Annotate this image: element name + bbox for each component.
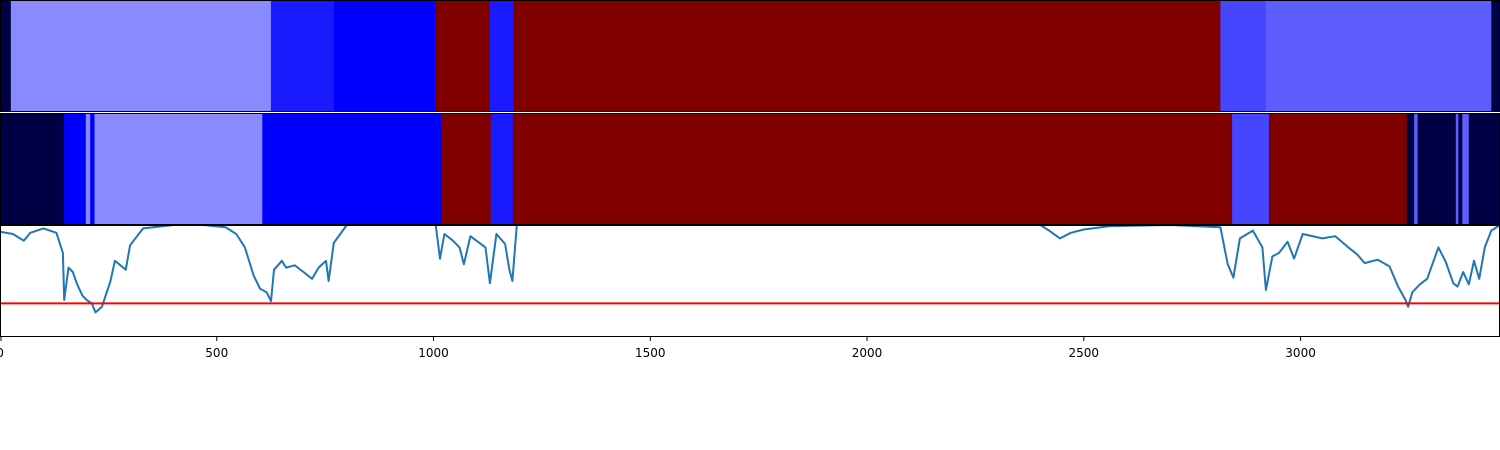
heatmap-cell-r1-0 bbox=[0, 113, 65, 225]
heatmap-cell-r0-1 bbox=[10, 0, 272, 112]
heatmap-cell-r0-0 bbox=[0, 0, 12, 112]
x-axis: 0 500 1000 1500 2000 2500 3000 bbox=[0, 337, 1316, 360]
heatmap-cell-r1-10 bbox=[1268, 113, 1408, 225]
heatmap-cell-r1-1 bbox=[64, 113, 87, 225]
heatmap-cell-r1-17 bbox=[1468, 113, 1500, 225]
x-tick-label-500: 500 bbox=[205, 346, 228, 360]
x-tick-label-1000: 1000 bbox=[418, 346, 449, 360]
heatmap-line-figure: 0 500 1000 1500 2000 2500 3000 bbox=[0, 0, 1500, 360]
x-tick-label-1500: 1500 bbox=[635, 346, 666, 360]
heatmap-cell-r1-6 bbox=[441, 113, 492, 225]
heatmap-cell-r0-2 bbox=[270, 0, 335, 112]
x-tick-label-3000: 3000 bbox=[1285, 346, 1316, 360]
heatmap-cell-r1-16 bbox=[1462, 113, 1470, 225]
heatmap-row-bottom bbox=[0, 113, 1500, 225]
x-tick-label-2500: 2500 bbox=[1069, 346, 1100, 360]
heatmap-cell-r1-15 bbox=[1458, 113, 1463, 225]
heatmap-row-top bbox=[0, 0, 1500, 112]
heatmap-cell-r1-13 bbox=[1417, 113, 1457, 225]
heatmap-cell-r1-11 bbox=[1406, 113, 1415, 225]
line-panel bbox=[0, 225, 1500, 337]
series-line-0 bbox=[0, 225, 1500, 314]
heatmap-cell-r1-5 bbox=[262, 113, 442, 225]
heatmap-cell-r1-8 bbox=[512, 113, 1233, 225]
x-tick-label-0: 0 bbox=[0, 346, 4, 360]
heatmap-cell-r0-5 bbox=[489, 0, 515, 112]
line-panel-frame bbox=[0, 225, 1500, 337]
heatmap-cell-r0-8 bbox=[1265, 0, 1492, 112]
heatmap-cell-r0-7 bbox=[1220, 0, 1267, 112]
heatmap-cell-r0-4 bbox=[435, 0, 491, 112]
x-tick-label-2000: 2000 bbox=[852, 346, 883, 360]
heatmap-cell-r1-3 bbox=[90, 113, 96, 225]
heatmap-cell-r1-7 bbox=[490, 113, 514, 225]
heatmap-cell-r0-9 bbox=[1491, 0, 1500, 112]
heatmap-cell-r0-3 bbox=[333, 0, 437, 112]
heatmap-cell-r1-9 bbox=[1232, 113, 1270, 225]
heatmap-cell-r1-2 bbox=[85, 113, 91, 225]
heatmap-cell-r1-12 bbox=[1414, 113, 1419, 225]
heatmap-cell-r1-4 bbox=[94, 113, 263, 225]
heatmap-cell-r0-6 bbox=[513, 0, 1221, 112]
